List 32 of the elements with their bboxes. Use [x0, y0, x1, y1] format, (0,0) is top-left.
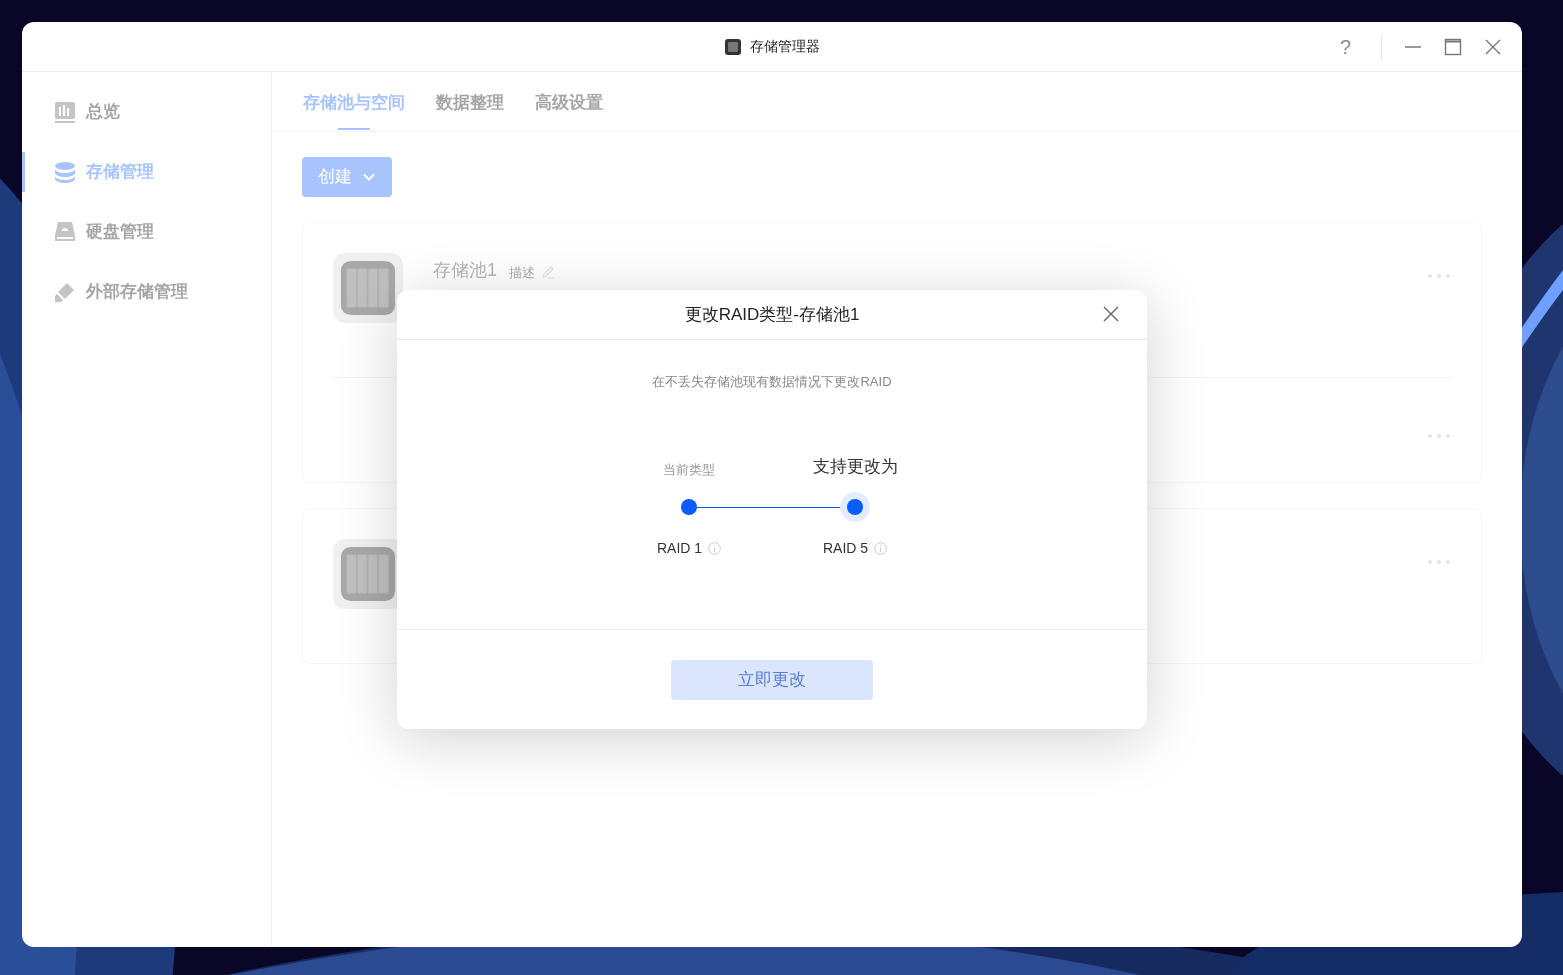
- close-button[interactable]: [1484, 38, 1502, 56]
- raid-label: RAID 1: [656, 538, 703, 558]
- window-title: 存储管理器: [750, 37, 820, 56]
- drive-icon: [54, 221, 76, 243]
- pool-name: 存储池1: [433, 259, 497, 282]
- minimize-button[interactable]: [1404, 46, 1422, 48]
- nas-icon: [339, 545, 397, 603]
- info-icon[interactable]: [874, 541, 888, 555]
- sidebar-item[interactable]: 总览: [22, 92, 271, 132]
- dialog-description: 在不丢失存储池现有数据情况下更改RAID: [652, 373, 892, 391]
- nas-icon: [339, 259, 397, 317]
- minimize-icon: [1404, 46, 1422, 48]
- create-button[interactable]: 创建: [302, 157, 392, 197]
- step-heading: 支持更改为: [812, 456, 898, 478]
- maximize-button[interactable]: [1444, 38, 1462, 56]
- raid-label: RAID 5: [822, 538, 869, 558]
- help-button[interactable]: ?: [1331, 32, 1359, 62]
- tab[interactable]: 高级设置: [535, 72, 603, 130]
- info-icon[interactable]: [708, 541, 722, 555]
- app-icon: [724, 37, 742, 56]
- chart-icon: [54, 101, 76, 123]
- sidebar-item[interactable]: 存储管理: [22, 152, 271, 192]
- sidebar-item[interactable]: 外部存储管理: [22, 272, 271, 312]
- eraser-icon: [54, 281, 76, 303]
- tab[interactable]: 存储池与空间: [303, 72, 405, 130]
- step-dot[interactable]: [681, 498, 697, 515]
- tab[interactable]: 数据整理: [436, 72, 504, 130]
- step-heading: 当前类型: [663, 461, 715, 479]
- close-button[interactable]: [1103, 306, 1119, 322]
- sidebar-item[interactable]: 硬盘管理: [22, 212, 271, 252]
- dialog-title: 更改RAID类型-存储池1: [684, 303, 860, 326]
- database-icon: [54, 161, 76, 183]
